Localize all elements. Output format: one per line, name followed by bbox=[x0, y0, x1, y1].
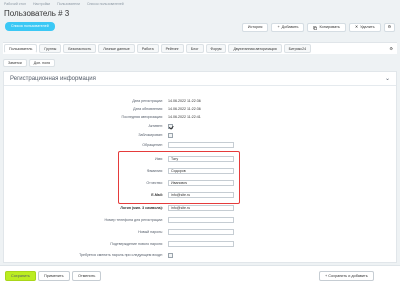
cancel-button[interactable]: Отменить bbox=[72, 271, 102, 281]
add-label: Добавить bbox=[281, 25, 299, 29]
tab-groups[interactable]: Группы bbox=[39, 44, 62, 53]
active-row: Активен: bbox=[4, 123, 396, 130]
copy-label: Копировать bbox=[319, 25, 340, 29]
login-label: Логин (мин. 3 символа): bbox=[120, 206, 163, 210]
lastname-row: Фамилия: Сидоров bbox=[4, 168, 396, 175]
tab-security[interactable]: Безопасность bbox=[63, 44, 97, 53]
email-field[interactable]: info@site.ru bbox=[168, 192, 234, 198]
salutation-input[interactable] bbox=[168, 142, 234, 148]
page-title: Пользователь # 3 bbox=[4, 9, 70, 18]
phone-input[interactable] bbox=[168, 217, 234, 223]
upd-date-row: Дата обновления: 14.06.2022 11:22:36 bbox=[4, 106, 396, 113]
reg-date-label: Дата регистрации: bbox=[132, 99, 163, 103]
tab-bitrix24[interactable]: Битрикс24 bbox=[283, 44, 312, 53]
tab-rating[interactable]: Рейтинг bbox=[160, 44, 184, 53]
breadcrumb: Рабочий стол Настройки Пользователи Спис… bbox=[4, 2, 130, 6]
section-header[interactable]: Регистрационная информация ⌄ bbox=[4, 72, 396, 86]
section-title: Регистрационная информация bbox=[10, 75, 96, 82]
apply-button[interactable]: Применить bbox=[38, 271, 70, 281]
delete-button[interactable]: ✕ Удалить bbox=[348, 23, 381, 32]
login-input[interactable]: info@site.ru bbox=[168, 205, 234, 211]
reg-date-row: Дата регистрации: 14.06.2022 11:22:36 bbox=[4, 98, 396, 105]
copy-icon bbox=[313, 25, 318, 30]
patronymic-input[interactable]: Иванович bbox=[168, 180, 234, 186]
active-label: Активен: bbox=[148, 124, 163, 128]
login-row: Логин (мин. 3 символа): info@site.ru bbox=[4, 205, 396, 212]
phone-label: Номер телефона для регистрации: bbox=[104, 218, 163, 222]
patronymic-label: Отчество: bbox=[146, 181, 163, 185]
tab-2fa[interactable]: Двухэтапная авторизация bbox=[228, 44, 282, 53]
name-row: Имя: Тагу bbox=[4, 156, 396, 163]
lastname-label: Фамилия: bbox=[146, 169, 163, 173]
subtab-bar: Заметки Доп. поля bbox=[3, 59, 56, 67]
email-label: E-Mail: bbox=[151, 193, 163, 197]
tab-bar: Пользователь Группы Безопасность Личные … bbox=[3, 42, 397, 54]
patronymic-row: Отчество: Иванович bbox=[4, 180, 396, 187]
confirm-label: Подтверждение нового пароля: bbox=[110, 242, 163, 246]
settings-button[interactable]: ⚙ bbox=[383, 23, 395, 32]
tab-user[interactable]: Пользователь bbox=[4, 44, 38, 53]
blocked-checkbox[interactable] bbox=[168, 132, 173, 138]
upd-date-value: 14.06.2022 11:22:36 bbox=[168, 107, 201, 111]
save-and-add-label: Сохранить и добавить bbox=[328, 274, 368, 278]
name-label: Имя: bbox=[155, 157, 163, 161]
require-change-label: Требуется сменить пароль при следующем в… bbox=[79, 253, 163, 257]
save-button[interactable]: Сохранить bbox=[5, 271, 36, 281]
chevron-down-icon[interactable]: ⌄ bbox=[385, 75, 390, 82]
salutation-label: Обращение: bbox=[142, 143, 163, 147]
phone-row: Номер телефона для регистрации: bbox=[4, 217, 396, 224]
salutation-row: Обращение: bbox=[4, 142, 396, 149]
gear-icon: ⚙ bbox=[387, 25, 391, 29]
breadcrumb-item[interactable]: Пользователи bbox=[57, 2, 80, 6]
tab-blog[interactable]: Блог bbox=[185, 44, 204, 53]
bottom-toolbar: Сохранить Применить Отменить + Сохранить… bbox=[0, 265, 400, 285]
tabs-settings-button[interactable]: ⚙ bbox=[389, 43, 397, 54]
plus-icon: + bbox=[277, 25, 280, 29]
breadcrumb-item[interactable]: Настройки bbox=[33, 2, 50, 6]
newpass-label: Новый пароль: bbox=[138, 230, 163, 234]
confirm-row: Подтверждение нового пароля: bbox=[4, 241, 396, 248]
last-auth-label: Последняя авторизация: bbox=[121, 115, 163, 119]
delete-label: Удалить bbox=[360, 25, 375, 29]
tab-notes[interactable]: Заметки bbox=[3, 59, 27, 67]
back-to-list-button[interactable]: Список пользователей bbox=[5, 22, 55, 31]
reg-date-value: 14.06.2022 11:22:36 bbox=[168, 99, 201, 103]
history-label: История bbox=[247, 25, 263, 29]
close-icon: ✕ bbox=[354, 25, 359, 29]
active-checkbox[interactable] bbox=[168, 123, 173, 129]
add-button[interactable]: + Добавить bbox=[271, 23, 305, 32]
breadcrumb-item[interactable]: Рабочий стол bbox=[4, 2, 26, 6]
registration-panel: Регистрационная информация ⌄ Дата регист… bbox=[3, 71, 397, 263]
tab-forum[interactable]: Форум bbox=[205, 44, 227, 53]
require-change-row: Требуется сменить пароль при следующем в… bbox=[4, 252, 396, 259]
new-password-input[interactable] bbox=[168, 229, 234, 235]
newpass-row: Новый пароль: bbox=[4, 229, 396, 236]
blocked-label: Заблокирован: bbox=[138, 133, 163, 137]
save-and-add-button[interactable]: + Сохранить и добавить bbox=[319, 271, 374, 281]
lastname-input[interactable]: Сидоров bbox=[168, 168, 234, 174]
toolbar: История + Добавить Копировать ✕ Удалить … bbox=[241, 23, 395, 32]
upd-date-label: Дата обновления: bbox=[133, 107, 163, 111]
email-row: E-Mail: info@site.ru bbox=[4, 192, 396, 199]
tab-work[interactable]: Работа bbox=[136, 44, 159, 53]
tab-extra-fields[interactable]: Доп. поля bbox=[28, 59, 56, 67]
name-input[interactable]: Тагу bbox=[168, 156, 234, 162]
gear-icon: ⚙ bbox=[389, 46, 393, 51]
last-auth-value: 14.06.2022 11:22:41 bbox=[168, 115, 201, 119]
breadcrumb-item[interactable]: Список пользователей bbox=[87, 2, 124, 6]
confirm-password-input[interactable] bbox=[168, 241, 234, 247]
require-change-checkbox[interactable] bbox=[168, 252, 173, 258]
last-auth-row: Последняя авторизация: 14.06.2022 11:22:… bbox=[4, 114, 396, 121]
copy-button[interactable]: Копировать bbox=[307, 23, 346, 32]
tab-personal[interactable]: Личные данные bbox=[98, 44, 135, 53]
history-button[interactable]: История bbox=[241, 23, 269, 32]
blocked-row: Заблокирован: bbox=[4, 132, 396, 139]
